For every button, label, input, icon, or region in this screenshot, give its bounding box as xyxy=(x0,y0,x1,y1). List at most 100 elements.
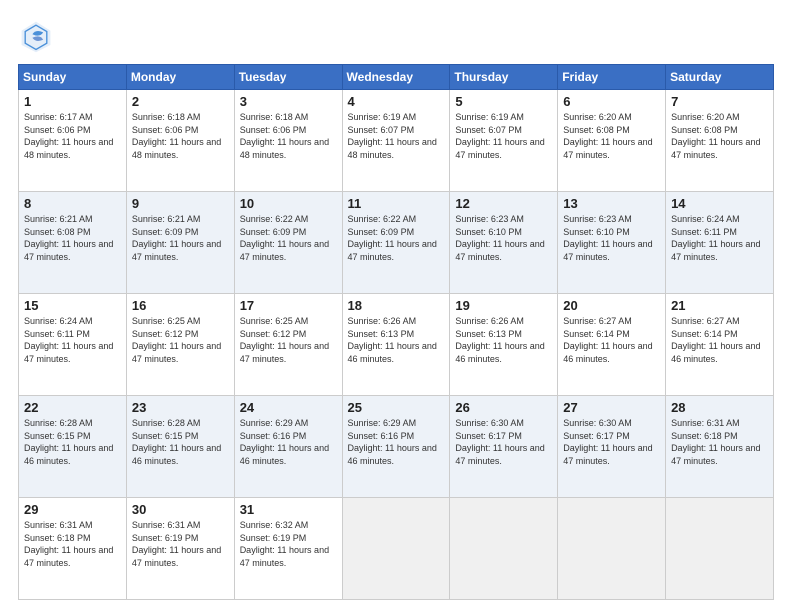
calendar-week-row: 1 Sunrise: 6:17 AMSunset: 6:06 PMDaylight… xyxy=(19,90,774,192)
calendar-week-row: 29 Sunrise: 6:31 AMSunset: 6:18 PMDayligh… xyxy=(19,498,774,600)
day-info: Sunrise: 6:31 AMSunset: 6:18 PMDaylight:… xyxy=(24,519,121,569)
table-row: 3 Sunrise: 6:18 AMSunset: 6:06 PMDaylight… xyxy=(234,90,342,192)
table-row: 29 Sunrise: 6:31 AMSunset: 6:18 PMDayligh… xyxy=(19,498,127,600)
table-row: 25Sunrise: 6:29 AMSunset: 6:16 PMDayligh… xyxy=(342,396,450,498)
calendar-table: Sunday Monday Tuesday Wednesday Thursday… xyxy=(18,64,774,600)
table-row: 10 Sunrise: 6:22 AMSunset: 6:09 PMDayligh… xyxy=(234,192,342,294)
day-number: 27 xyxy=(563,400,660,415)
day-number: 11 xyxy=(348,196,445,211)
logo-icon xyxy=(18,18,54,54)
day-info: Sunrise: 6:18 AMSunset: 6:06 PMDaylight:… xyxy=(132,111,229,161)
day-info: Sunrise: 6:26 AMSunset: 6:13 PMDaylight:… xyxy=(348,315,445,365)
day-number: 24 xyxy=(240,400,337,415)
day-number: 22 xyxy=(24,400,121,415)
day-number: 29 xyxy=(24,502,121,517)
table-row: 6 Sunrise: 6:20 AMSunset: 6:08 PMDaylight… xyxy=(558,90,666,192)
table-row xyxy=(342,498,450,600)
day-number: 9 xyxy=(132,196,229,211)
col-saturday: Saturday xyxy=(666,65,774,90)
table-row: 30 Sunrise: 6:31 AMSunset: 6:19 PMDayligh… xyxy=(126,498,234,600)
calendar-week-row: 22 Sunrise: 6:28 AMSunset: 6:15 PMDayligh… xyxy=(19,396,774,498)
table-row: 26Sunrise: 6:30 AMSunset: 6:17 PMDayligh… xyxy=(450,396,558,498)
table-row: 12 Sunrise: 6:23 AMSunset: 6:10 PMDayligh… xyxy=(450,192,558,294)
day-number: 20 xyxy=(563,298,660,313)
day-number: 17 xyxy=(240,298,337,313)
day-number: 12 xyxy=(455,196,552,211)
day-info: Sunrise: 6:31 AMSunset: 6:19 PMDaylight:… xyxy=(132,519,229,569)
day-info: Sunrise: 6:31 AMSunset: 6:18 PMDaylight:… xyxy=(671,417,768,467)
day-info: Sunrise: 6:22 AMSunset: 6:09 PMDaylight:… xyxy=(240,213,337,263)
table-row: 9 Sunrise: 6:21 AMSunset: 6:09 PMDaylight… xyxy=(126,192,234,294)
day-info: Sunrise: 6:25 AMSunset: 6:12 PMDaylight:… xyxy=(240,315,337,365)
day-number: 1 xyxy=(24,94,121,109)
day-info: Sunrise: 6:21 AMSunset: 6:09 PMDaylight:… xyxy=(132,213,229,263)
day-number: 31 xyxy=(240,502,337,517)
day-info: Sunrise: 6:32 AMSunset: 6:19 PMDaylight:… xyxy=(240,519,337,569)
col-monday: Monday xyxy=(126,65,234,90)
table-row xyxy=(666,498,774,600)
day-info: Sunrise: 6:25 AMSunset: 6:12 PMDaylight:… xyxy=(132,315,229,365)
table-row: 17 Sunrise: 6:25 AMSunset: 6:12 PMDayligh… xyxy=(234,294,342,396)
table-row: 16 Sunrise: 6:25 AMSunset: 6:12 PMDayligh… xyxy=(126,294,234,396)
day-info: Sunrise: 6:27 AMSunset: 6:14 PMDaylight:… xyxy=(671,315,768,365)
table-row: 18Sunrise: 6:26 AMSunset: 6:13 PMDayligh… xyxy=(342,294,450,396)
day-info: Sunrise: 6:28 AMSunset: 6:15 PMDaylight:… xyxy=(24,417,121,467)
day-number: 28 xyxy=(671,400,768,415)
day-info: Sunrise: 6:24 AMSunset: 6:11 PMDaylight:… xyxy=(671,213,768,263)
day-info: Sunrise: 6:23 AMSunset: 6:10 PMDaylight:… xyxy=(563,213,660,263)
table-row: 2 Sunrise: 6:18 AMSunset: 6:06 PMDaylight… xyxy=(126,90,234,192)
table-row xyxy=(558,498,666,600)
day-info: Sunrise: 6:17 AMSunset: 6:06 PMDaylight:… xyxy=(24,111,121,161)
page: Sunday Monday Tuesday Wednesday Thursday… xyxy=(0,0,792,612)
day-number: 7 xyxy=(671,94,768,109)
header xyxy=(18,18,774,54)
table-row: 19 Sunrise: 6:26 AMSunset: 6:13 PMDayligh… xyxy=(450,294,558,396)
day-info: Sunrise: 6:21 AMSunset: 6:08 PMDaylight:… xyxy=(24,213,121,263)
table-row: 13 Sunrise: 6:23 AMSunset: 6:10 PMDayligh… xyxy=(558,192,666,294)
table-row: 31 Sunrise: 6:32 AMSunset: 6:19 PMDayligh… xyxy=(234,498,342,600)
day-info: Sunrise: 6:19 AMSunset: 6:07 PMDaylight:… xyxy=(348,111,445,161)
day-number: 21 xyxy=(671,298,768,313)
col-tuesday: Tuesday xyxy=(234,65,342,90)
day-number: 26 xyxy=(455,400,552,415)
table-row: 23 Sunrise: 6:28 AMSunset: 6:15 PMDayligh… xyxy=(126,396,234,498)
day-number: 23 xyxy=(132,400,229,415)
day-number: 16 xyxy=(132,298,229,313)
day-number: 14 xyxy=(671,196,768,211)
day-info: Sunrise: 6:18 AMSunset: 6:06 PMDaylight:… xyxy=(240,111,337,161)
table-row: 27Sunrise: 6:30 AMSunset: 6:17 PMDayligh… xyxy=(558,396,666,498)
table-row: 20 Sunrise: 6:27 AMSunset: 6:14 PMDayligh… xyxy=(558,294,666,396)
day-info: Sunrise: 6:28 AMSunset: 6:15 PMDaylight:… xyxy=(132,417,229,467)
table-row: 4 Sunrise: 6:19 AMSunset: 6:07 PMDaylight… xyxy=(342,90,450,192)
table-row: 5 Sunrise: 6:19 AMSunset: 6:07 PMDaylight… xyxy=(450,90,558,192)
day-info: Sunrise: 6:22 AMSunset: 6:09 PMDaylight:… xyxy=(348,213,445,263)
day-number: 30 xyxy=(132,502,229,517)
day-info: Sunrise: 6:27 AMSunset: 6:14 PMDaylight:… xyxy=(563,315,660,365)
day-number: 13 xyxy=(563,196,660,211)
day-number: 4 xyxy=(348,94,445,109)
day-number: 5 xyxy=(455,94,552,109)
day-number: 6 xyxy=(563,94,660,109)
day-info: Sunrise: 6:23 AMSunset: 6:10 PMDaylight:… xyxy=(455,213,552,263)
day-info: Sunrise: 6:26 AMSunset: 6:13 PMDaylight:… xyxy=(455,315,552,365)
day-number: 19 xyxy=(455,298,552,313)
day-info: Sunrise: 6:29 AMSunset: 6:16 PMDaylight:… xyxy=(348,417,445,467)
calendar-header-row: Sunday Monday Tuesday Wednesday Thursday… xyxy=(19,65,774,90)
col-wednesday: Wednesday xyxy=(342,65,450,90)
calendar-week-row: 15 Sunrise: 6:24 AMSunset: 6:11 PMDayligh… xyxy=(19,294,774,396)
day-number: 10 xyxy=(240,196,337,211)
day-info: Sunrise: 6:19 AMSunset: 6:07 PMDaylight:… xyxy=(455,111,552,161)
day-number: 3 xyxy=(240,94,337,109)
logo xyxy=(18,18,60,54)
table-row: 11 Sunrise: 6:22 AMSunset: 6:09 PMDayligh… xyxy=(342,192,450,294)
col-thursday: Thursday xyxy=(450,65,558,90)
table-row: 1 Sunrise: 6:17 AMSunset: 6:06 PMDaylight… xyxy=(19,90,127,192)
day-number: 15 xyxy=(24,298,121,313)
day-number: 2 xyxy=(132,94,229,109)
table-row: 8Sunrise: 6:21 AMSunset: 6:08 PMDaylight… xyxy=(19,192,127,294)
day-info: Sunrise: 6:20 AMSunset: 6:08 PMDaylight:… xyxy=(563,111,660,161)
table-row: 28 Sunrise: 6:31 AMSunset: 6:18 PMDayligh… xyxy=(666,396,774,498)
day-info: Sunrise: 6:24 AMSunset: 6:11 PMDaylight:… xyxy=(24,315,121,365)
table-row: 15 Sunrise: 6:24 AMSunset: 6:11 PMDayligh… xyxy=(19,294,127,396)
table-row: 21 Sunrise: 6:27 AMSunset: 6:14 PMDayligh… xyxy=(666,294,774,396)
